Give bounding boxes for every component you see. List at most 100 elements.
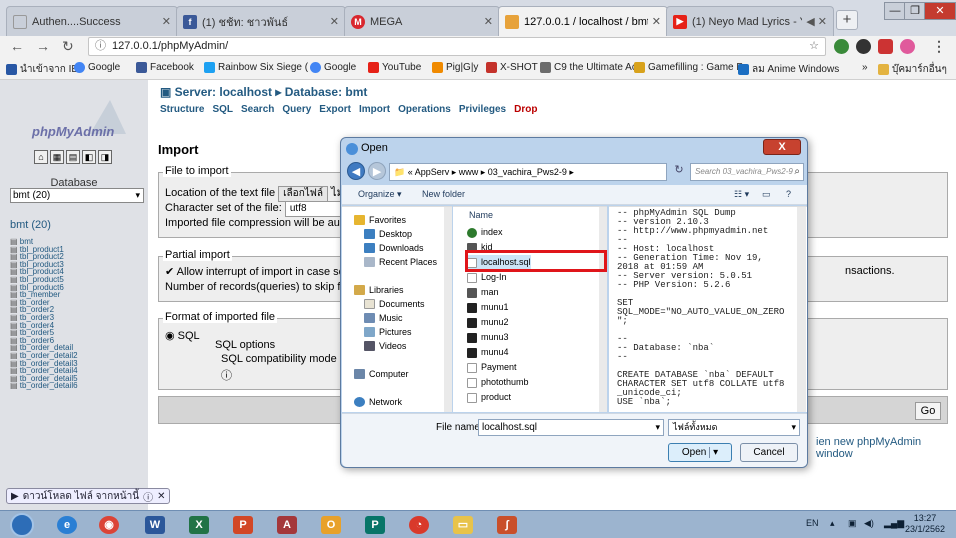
back-icon[interactable]: ◀	[347, 162, 365, 180]
window-close-button[interactable]: ✕	[924, 2, 956, 20]
extension-icon[interactable]	[834, 39, 849, 54]
tab-mega[interactable]: M MEGA ✕	[344, 6, 500, 36]
nav-computer[interactable]: Computer	[354, 367, 437, 381]
file-item[interactable]: man	[467, 285, 531, 300]
reload-nav-icon[interactable]: ◨	[98, 150, 112, 164]
nav-music[interactable]: Music	[354, 311, 437, 325]
open-new-window-link[interactable]: ien new phpMyAdmin window	[816, 436, 956, 460]
info-icon[interactable]: ⓘ	[221, 367, 232, 383]
other-bookmarks[interactable]: บุ๊คมาร์กอื่นๆ	[878, 62, 947, 77]
bookmark-item[interactable]: Gamefilling : Game F	[634, 62, 742, 73]
new-tab-button[interactable]: +	[836, 10, 858, 30]
reload-icon[interactable]: ↻	[62, 38, 74, 55]
publisher-taskbar-icon[interactable]: P	[358, 513, 392, 537]
bookmarks-overflow[interactable]: »	[862, 62, 868, 73]
info-icon[interactable]: ⓘ	[95, 40, 106, 52]
bookmark-item[interactable]: Facebook	[136, 62, 194, 73]
nav-scrollbar[interactable]	[444, 207, 452, 412]
bottom-tab-label[interactable]: ดาวน์โหลด ไฟล์ จากหน้านี้	[23, 489, 139, 504]
bookmark-item[interactable]: ลม Anime Windows	[738, 62, 839, 77]
powerpoint-taskbar-icon[interactable]: P	[226, 513, 260, 537]
excel-taskbar-icon[interactable]: X	[182, 513, 216, 537]
tab-import[interactable]: Import	[359, 104, 390, 115]
view-options-icon[interactable]: ☷ ▾	[734, 189, 749, 200]
bookmark-item[interactable]: Google	[74, 62, 120, 73]
extension-icon[interactable]	[878, 39, 893, 54]
tab-sql[interactable]: SQL	[212, 104, 233, 115]
path-breadcrumb[interactable]: 📁 « AppServ ▸ www ▸ 03_vachira_Pws2-9 ▸	[389, 163, 667, 181]
preview-scrollbar[interactable]	[797, 207, 806, 412]
extension-icon[interactable]	[856, 39, 871, 54]
chrome-taskbar-icon[interactable]: ◉	[92, 513, 126, 537]
tray-app-icon[interactable]: ▣	[848, 518, 857, 529]
speaker-icon[interactable]: ◀ ✕	[806, 15, 827, 28]
forward-icon[interactable]: →	[36, 38, 50, 54]
file-item[interactable]: Payment	[467, 360, 531, 375]
organize-button[interactable]: Organize ▾	[358, 189, 402, 200]
phpmyadmin-logo[interactable]: phpMyAdmin	[32, 124, 114, 139]
network-signal-icon[interactable]: ▂▄▆	[884, 518, 904, 529]
refresh-icon[interactable]: ↻	[671, 163, 687, 181]
tab-authen[interactable]: Authen....Success ✕	[6, 6, 178, 36]
bookmark-item[interactable]: X-SHOT	[486, 62, 538, 73]
tray-arrow-icon[interactable]: ▴	[830, 518, 835, 529]
go-button[interactable]: Go	[915, 402, 941, 420]
maximize-button[interactable]: ❐	[904, 2, 926, 20]
preview-pane-icon[interactable]: ▭	[762, 189, 771, 200]
file-name-input[interactable]: localhost.sql	[478, 419, 664, 436]
sql-radio[interactable]: ◉	[165, 330, 178, 342]
profile-avatar[interactable]	[900, 39, 915, 54]
tab-facebook[interactable]: f (1) ชช้ท: ชาวพันธ์ ✕	[176, 6, 346, 36]
start-button[interactable]	[10, 513, 34, 537]
home-icon[interactable]: ⌂	[34, 150, 48, 164]
nav-downloads[interactable]: Downloads	[354, 241, 437, 255]
volume-icon[interactable]: ◀)	[864, 518, 874, 529]
file-item[interactable]: Log-In	[467, 270, 531, 285]
file-item[interactable]: product	[467, 390, 531, 405]
minimize-button[interactable]: —	[884, 2, 906, 20]
close-icon[interactable]: ✕	[157, 491, 165, 502]
tab-youtube[interactable]: ▶ (1) Neyo Mad Lyrics - YouT ◀ ✕	[666, 6, 834, 36]
forward-icon[interactable]: ▶	[368, 162, 387, 180]
file-item[interactable]: munu3	[467, 330, 531, 345]
column-header-name[interactable]: Name	[469, 210, 493, 220]
bookmark-item[interactable]: YouTube	[368, 62, 421, 73]
nav-desktop[interactable]: Desktop	[354, 227, 437, 241]
url-input[interactable]: ⓘ 127.0.0.1/phpMyAdmin/ ☆	[88, 37, 826, 56]
file-list-scrollbar[interactable]	[599, 207, 607, 412]
outlook-taskbar-icon[interactable]: O	[314, 513, 348, 537]
file-item[interactable]: index	[467, 225, 531, 240]
nav-pictures[interactable]: Pictures	[354, 325, 437, 339]
bookmark-item[interactable]: C9 the Ultimate Acti	[540, 62, 642, 73]
table-link[interactable]: tb_order_detail6	[10, 382, 78, 390]
bookmark-item[interactable]: Rainbow Six Siege (	[204, 62, 308, 73]
nav-favorites[interactable]: Favorites	[354, 213, 437, 227]
tab-search[interactable]: Search	[241, 104, 274, 115]
dialog-close-button[interactable]: X	[763, 139, 801, 155]
interrupt-checkbox[interactable]: ✔	[165, 266, 177, 278]
tab-query[interactable]: Query	[282, 104, 311, 115]
file-item[interactable]: photothumb	[467, 375, 531, 390]
nav-recent-places[interactable]: Recent Places	[354, 255, 437, 269]
app-taskbar-icon[interactable]: ◔	[402, 513, 436, 537]
app-taskbar-icon[interactable]: ∫	[490, 513, 524, 537]
tab-phpmyadmin[interactable]: 127.0.0.1 / localhost / bmt | php ✕	[498, 6, 668, 36]
back-icon[interactable]: ←	[10, 38, 24, 54]
bookmark-item[interactable]: Pig|G|y	[432, 62, 478, 73]
close-icon[interactable]: ✕	[330, 15, 339, 28]
bookmark-item[interactable]: นำเข้าจาก IE	[6, 62, 78, 77]
choose-file-button[interactable]: เลือกไฟล์	[278, 186, 328, 202]
charset-select[interactable]: utf8	[284, 201, 345, 217]
new-folder-button[interactable]: New folder	[422, 189, 465, 199]
nav-libraries[interactable]: Libraries	[354, 283, 437, 297]
query-window-icon[interactable]: ▦	[50, 150, 64, 164]
tab-structure[interactable]: Structure	[160, 104, 204, 115]
file-item[interactable]: munu4	[467, 345, 531, 360]
close-icon[interactable]: ✕	[652, 15, 661, 28]
access-taskbar-icon[interactable]: A	[270, 513, 304, 537]
nav-videos[interactable]: Videos	[354, 339, 437, 353]
cancel-button[interactable]: Cancel	[740, 443, 798, 462]
bookmark-item[interactable]: Google	[310, 62, 356, 73]
nav-documents[interactable]: Documents	[354, 297, 437, 311]
menu-icon[interactable]: ⋮	[932, 38, 946, 55]
